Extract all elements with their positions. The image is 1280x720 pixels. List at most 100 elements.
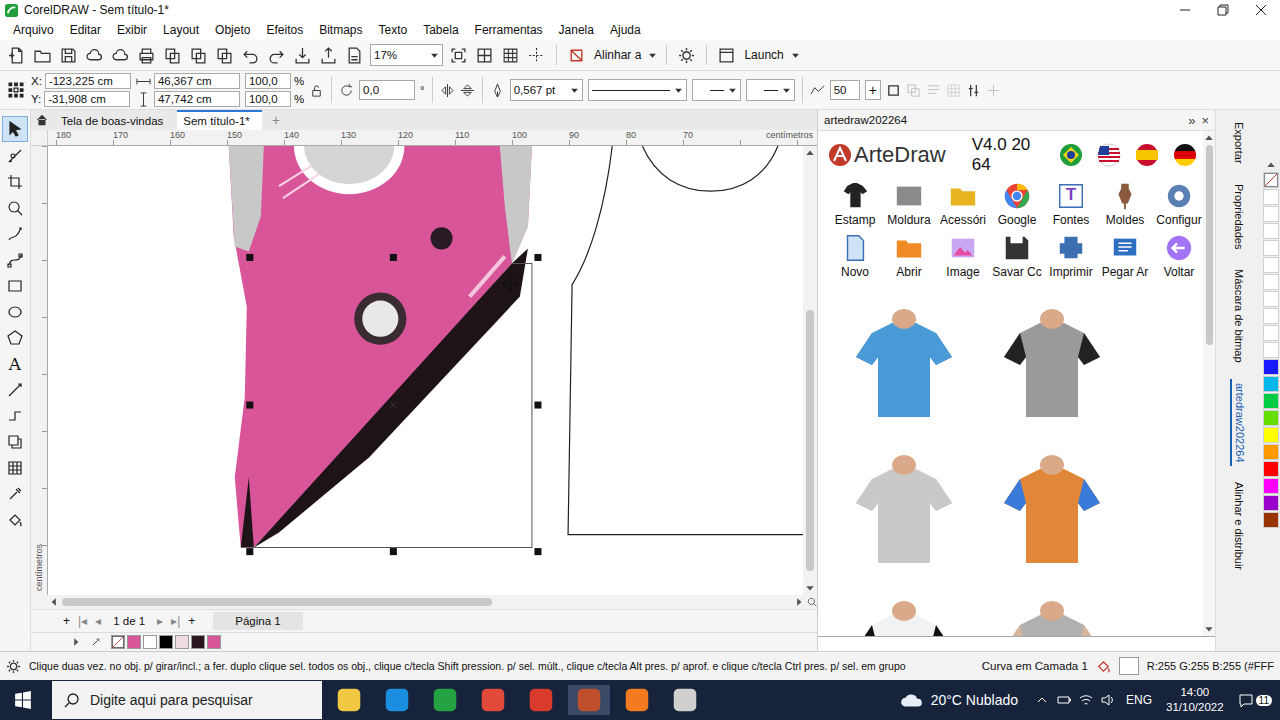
menu-item[interactable]: Editar bbox=[63, 21, 108, 39]
zoom-field[interactable]: 17% bbox=[370, 44, 443, 66]
taskbar-app-icon[interactable] bbox=[616, 685, 658, 715]
guidelines-icon[interactable] bbox=[526, 45, 547, 66]
color-swatch[interactable] bbox=[191, 635, 205, 649]
tool-button[interactable] bbox=[3, 378, 27, 402]
windows-start-icon[interactable] bbox=[0, 691, 46, 709]
add-icon[interactable] bbox=[986, 83, 1001, 98]
menu-item[interactable]: Bitmaps bbox=[312, 21, 369, 39]
drawing-canvas[interactable] bbox=[48, 146, 803, 595]
copy-icon[interactable] bbox=[188, 45, 209, 66]
last-page-button[interactable]: ▸| bbox=[171, 614, 180, 628]
line-tool-icon[interactable] bbox=[7, 382, 23, 398]
palette-swatch[interactable] bbox=[1263, 478, 1279, 494]
taskbar-app-icon[interactable] bbox=[472, 685, 514, 715]
usa-flag-icon[interactable] bbox=[1097, 143, 1121, 167]
fill-tool-icon[interactable] bbox=[7, 512, 23, 528]
mirror-vertical-icon[interactable] bbox=[460, 83, 475, 98]
image-icon[interactable] bbox=[948, 233, 978, 263]
shape-tool-icon[interactable] bbox=[7, 148, 23, 164]
copy-icon[interactable] bbox=[214, 45, 235, 66]
docker-button[interactable]: Moldura bbox=[882, 181, 936, 229]
palette-swatch[interactable] bbox=[1263, 495, 1279, 511]
docker-button[interactable]: Acessóri bbox=[936, 181, 990, 229]
neck-outline[interactable] bbox=[642, 146, 778, 191]
smoothing-field[interactable]: 50 bbox=[830, 80, 860, 100]
tool-button[interactable] bbox=[3, 196, 27, 220]
lock-ratio-icon[interactable] bbox=[309, 83, 324, 98]
dropdown-icon[interactable] bbox=[648, 51, 657, 60]
docker-button[interactable]: Voltar bbox=[1152, 233, 1203, 281]
scroll-up-icon[interactable] bbox=[1204, 133, 1214, 143]
docker-tab[interactable]: Máscara de bitmap bbox=[1231, 265, 1247, 367]
save-icon[interactable] bbox=[58, 45, 79, 66]
menu-item[interactable]: Janela bbox=[552, 21, 601, 39]
shirt-photo[interactable] bbox=[984, 587, 1120, 636]
start-arrow-dropdown[interactable] bbox=[692, 79, 741, 101]
docker-button[interactable]: Pegar Ar bbox=[1098, 233, 1152, 281]
print-icon[interactable] bbox=[136, 45, 157, 66]
network-icon[interactable] bbox=[1078, 692, 1094, 708]
palette-up-icon[interactable] bbox=[1266, 160, 1276, 170]
gear-icon[interactable] bbox=[1164, 181, 1194, 211]
shirt-photo[interactable] bbox=[984, 441, 1120, 581]
page-tab[interactable]: Página 1 bbox=[213, 612, 302, 630]
docker-button[interactable]: Novo bbox=[828, 233, 882, 281]
google-icon[interactable] bbox=[1002, 181, 1032, 211]
clock[interactable]: 14:0031/10/2022 bbox=[1162, 685, 1228, 715]
docker-button[interactable]: TFontes bbox=[1044, 181, 1098, 229]
width-field[interactable]: 46,367 cm bbox=[154, 73, 240, 89]
shirt-photo[interactable] bbox=[984, 295, 1120, 435]
transparency-tool-icon[interactable] bbox=[7, 460, 23, 476]
open-icon[interactable] bbox=[894, 233, 924, 263]
docker-button[interactable]: Configur bbox=[1152, 181, 1203, 229]
connector-tool-icon[interactable] bbox=[7, 408, 23, 424]
no-color-swatch[interactable] bbox=[111, 635, 125, 649]
menu-item[interactable]: Texto bbox=[372, 21, 415, 39]
print-icon[interactable] bbox=[1056, 233, 1086, 263]
shirt-photo[interactable] bbox=[836, 441, 972, 581]
selection-handle[interactable] bbox=[534, 254, 541, 261]
palette-swatch[interactable] bbox=[1263, 512, 1279, 528]
frame-icon[interactable] bbox=[894, 181, 924, 211]
color-swatch[interactable] bbox=[175, 635, 189, 649]
tool-button[interactable] bbox=[3, 508, 27, 532]
tool-button[interactable]: A bbox=[3, 352, 27, 376]
rect-tool-icon[interactable] bbox=[7, 278, 23, 294]
line-style-dropdown[interactable] bbox=[588, 79, 687, 101]
add-page-before-button[interactable]: + bbox=[63, 614, 70, 628]
eyedropper-icon[interactable] bbox=[91, 637, 101, 647]
horizontal-ruler[interactable]: 180170160150140130120110100908070centíme… bbox=[48, 130, 817, 146]
palette-swatch[interactable] bbox=[1263, 189, 1279, 205]
tool-button[interactable] bbox=[2, 116, 28, 142]
docker-button[interactable]: Image bbox=[936, 233, 990, 281]
vertical-ruler[interactable]: centímetros bbox=[31, 146, 48, 595]
menu-item[interactable]: Arquivo bbox=[6, 21, 61, 39]
collapse-button[interactable]: » bbox=[1188, 113, 1195, 128]
selection-handle[interactable] bbox=[390, 254, 397, 261]
tool-button[interactable] bbox=[3, 404, 27, 428]
scroll-thumb[interactable] bbox=[1206, 145, 1213, 345]
tool-button[interactable] bbox=[3, 222, 27, 246]
pointer-tool-icon[interactable] bbox=[7, 121, 23, 137]
menu-item[interactable]: Ferramentas bbox=[468, 21, 550, 39]
document-tab[interactable]: Sem título-1* bbox=[177, 110, 261, 130]
dropdown-icon[interactable] bbox=[674, 86, 683, 95]
scale-y-field[interactable]: 100,0 bbox=[245, 91, 291, 107]
palette-menu-icon[interactable] bbox=[71, 637, 81, 647]
home-icon[interactable] bbox=[35, 113, 49, 127]
menu-item[interactable]: Efeitos bbox=[259, 21, 310, 39]
scroll-right-icon[interactable] bbox=[794, 597, 804, 607]
import-icon[interactable] bbox=[292, 45, 313, 66]
notification-icon[interactable] bbox=[1238, 692, 1254, 708]
launch-dropdown[interactable]: Launch bbox=[742, 48, 785, 62]
close-path-icon[interactable] bbox=[886, 83, 901, 98]
tool-button[interactable] bbox=[3, 248, 27, 272]
tool-button[interactable] bbox=[3, 274, 27, 298]
pdf-icon[interactable] bbox=[344, 45, 365, 66]
language-indicator[interactable]: ENG bbox=[1126, 693, 1152, 707]
palette-swatch[interactable] bbox=[1263, 461, 1279, 477]
shirt-icon[interactable] bbox=[840, 181, 870, 211]
scroll-thumb[interactable] bbox=[62, 598, 492, 606]
docker-button[interactable]: Abrir bbox=[882, 233, 936, 281]
menu-item[interactable]: Objeto bbox=[208, 21, 257, 39]
